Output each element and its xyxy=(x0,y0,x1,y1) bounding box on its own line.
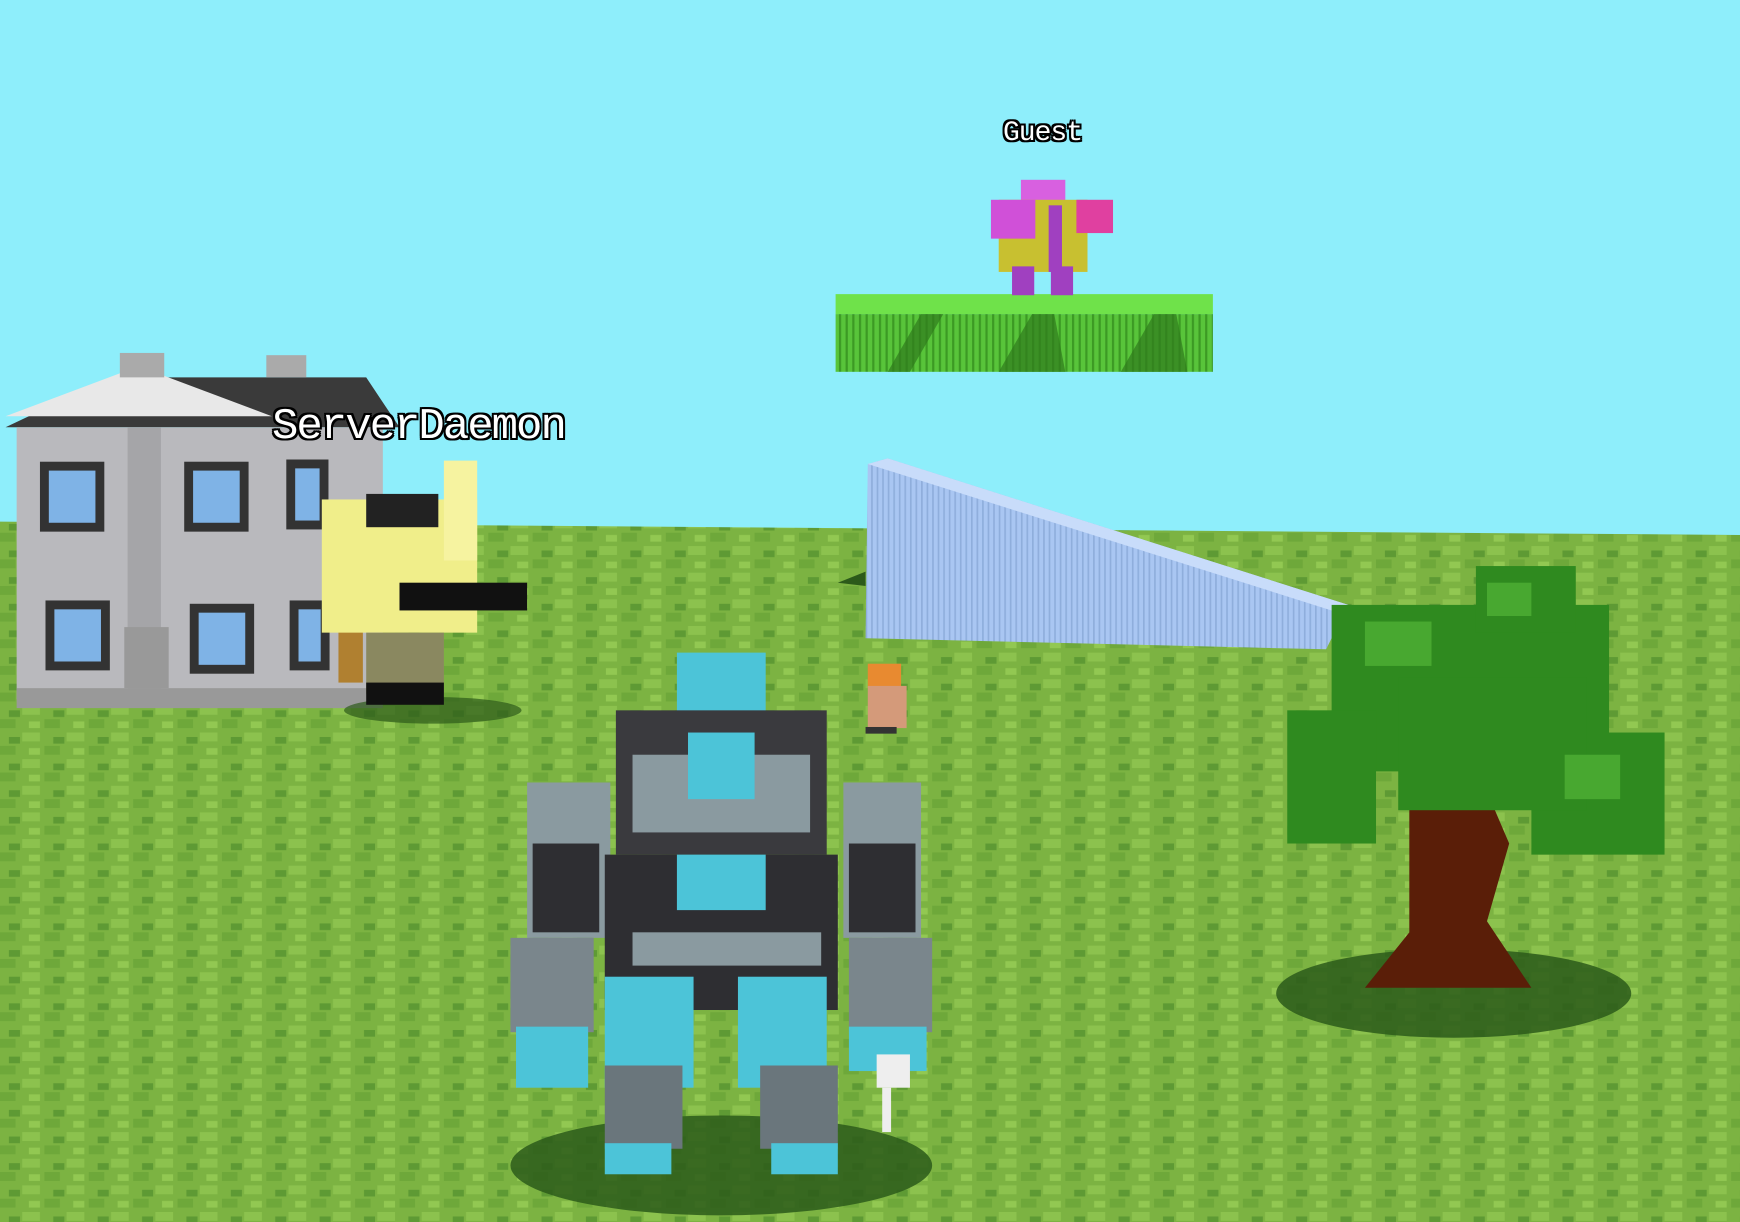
game-viewport[interactable]: ServerDaemon Guest xyxy=(0,0,1740,1222)
player-nametag-serverdaemon: ServerDaemon xyxy=(272,402,567,452)
small-npc xyxy=(865,663,907,734)
player-nametag-guest: Guest xyxy=(1003,118,1083,149)
floating-platform xyxy=(835,294,1213,372)
world-canvas[interactable] xyxy=(0,0,1740,1222)
